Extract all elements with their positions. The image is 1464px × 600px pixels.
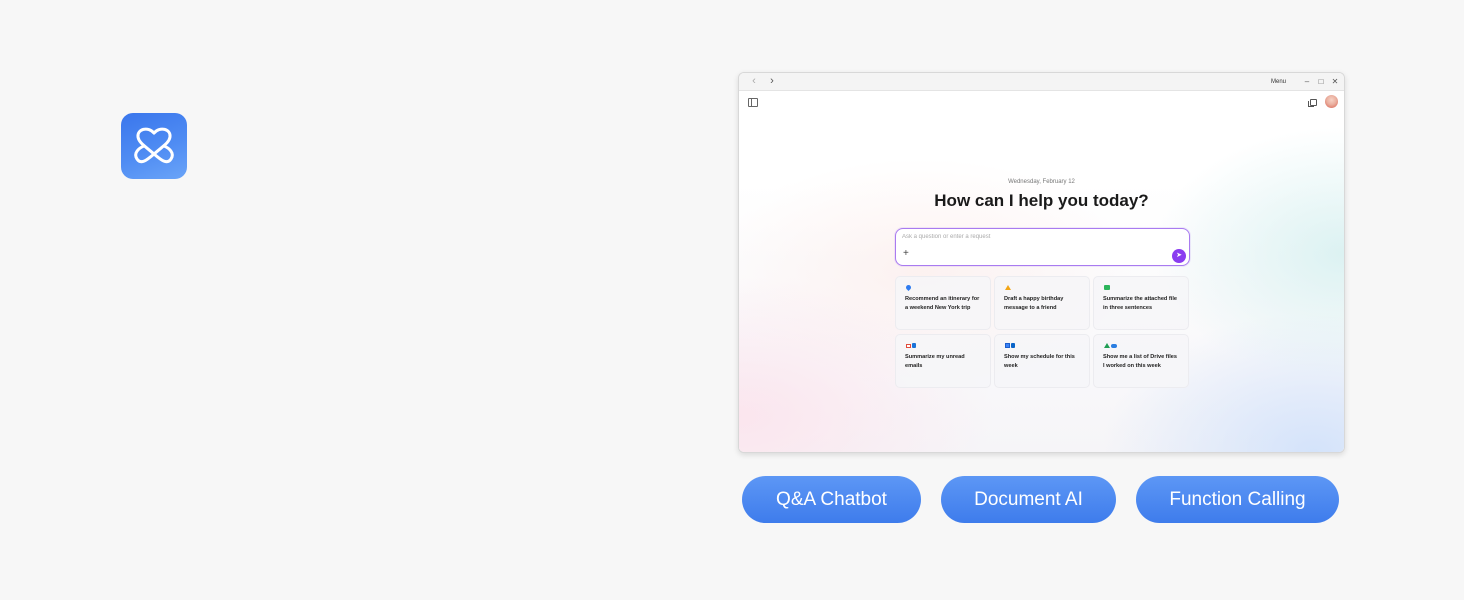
folder-icon [1104,284,1110,291]
suggestion-text: Show me a list of Drive files I worked o… [1103,354,1177,369]
page-title: How can I help you today? [934,191,1149,210]
forward-button[interactable]: › [763,73,781,90]
cake-icon [1005,284,1011,291]
map-pin-icon [904,283,913,292]
send-button[interactable]: ➤ [1172,249,1186,263]
suggestion-text: Show my schedule for this week [1004,354,1075,369]
avatar[interactable] [1325,95,1338,108]
suggestion-text: Draft a happy birthday message to a frie… [1004,296,1064,311]
suggestion-card[interactable]: Show me a list of Drive files I worked o… [1093,334,1189,388]
suggestion-card[interactable]: Show my schedule for this week [994,334,1090,388]
add-attachment-button[interactable]: + [903,249,909,259]
close-button[interactable]: ✕ [1328,73,1342,90]
suggestion-card[interactable]: Recommend an itinerary for a weekend New… [895,276,991,330]
suggestion-card[interactable]: Summarize my unread emails [895,334,991,388]
prompt-box: + ➤ [895,228,1190,266]
qa-chatbot-badge: Q&A Chatbot [742,476,921,523]
current-date: Wednesday, February 12 [1008,179,1075,185]
copy-icon[interactable] [1308,99,1317,107]
suggestion-grid: Recommend an itinerary for a weekend New… [895,276,1190,388]
suggestion-card[interactable]: Draft a happy birthday message to a frie… [994,276,1090,330]
gmail-outlook-icon [906,342,916,349]
suggestion-card[interactable]: Summarize the attached file in three sen… [1093,276,1189,330]
suggestion-text: Summarize my unread emails [905,354,965,369]
drive-onedrive-icon [1104,342,1117,349]
title-bar: ‹ › Menu – □ ✕ [739,73,1344,91]
sidebar-toggle-icon[interactable] [748,98,758,107]
chat-home: Wednesday, February 12 How can I help yo… [739,91,1344,452]
menu-button[interactable]: Menu [1271,79,1286,85]
calendar-icon [1005,342,1015,349]
suggestion-text: Recommend an itinerary for a weekend New… [905,296,980,311]
back-button[interactable]: ‹ [745,73,763,90]
app-window: ‹ › Menu – □ ✕ Wednesday, February 12 Ho… [738,72,1345,453]
minimize-button[interactable]: – [1300,73,1314,90]
function-calling-badge: Function Calling [1136,476,1339,523]
knot-logo-icon [134,127,174,164]
maximize-button[interactable]: □ [1314,73,1328,90]
suggestion-text: Summarize the attached file in three sen… [1103,296,1177,311]
prompt-input[interactable] [902,234,1142,240]
document-ai-badge: Document AI [941,476,1116,523]
app-logo-icon [121,113,187,179]
